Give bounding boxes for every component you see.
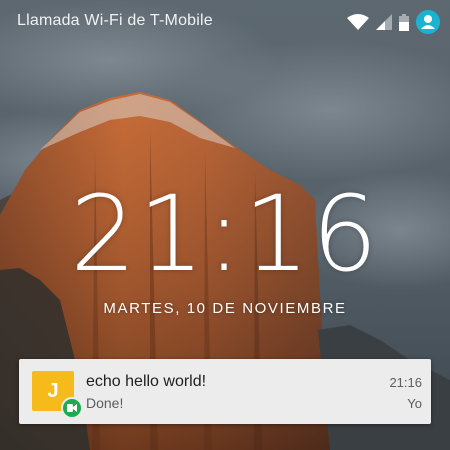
notification-card[interactable]: J echo hello world! Done! 21:16 Yo	[19, 359, 431, 424]
status-bar: Llamada Wi-Fi de T-Mobile	[0, 0, 450, 44]
carrier-label: Llamada Wi-Fi de T-Mobile	[17, 12, 213, 29]
lock-screen-date: MARTES, 10 DE NOVIEMBRE	[103, 300, 347, 317]
lock-screen-clock: 21:16	[70, 173, 380, 295]
battery-icon	[399, 13, 409, 31]
cell-signal-icon	[376, 14, 392, 30]
notification-title: echo hello world!	[86, 373, 207, 390]
notification-text: Done!	[86, 395, 124, 411]
notification-time: 21:16	[389, 375, 422, 390]
user-account-icon[interactable]	[416, 10, 440, 34]
status-icons	[347, 9, 440, 35]
notification-sender: Yo	[407, 396, 422, 411]
wifi-icon	[347, 14, 369, 30]
hangouts-icon	[61, 397, 83, 419]
